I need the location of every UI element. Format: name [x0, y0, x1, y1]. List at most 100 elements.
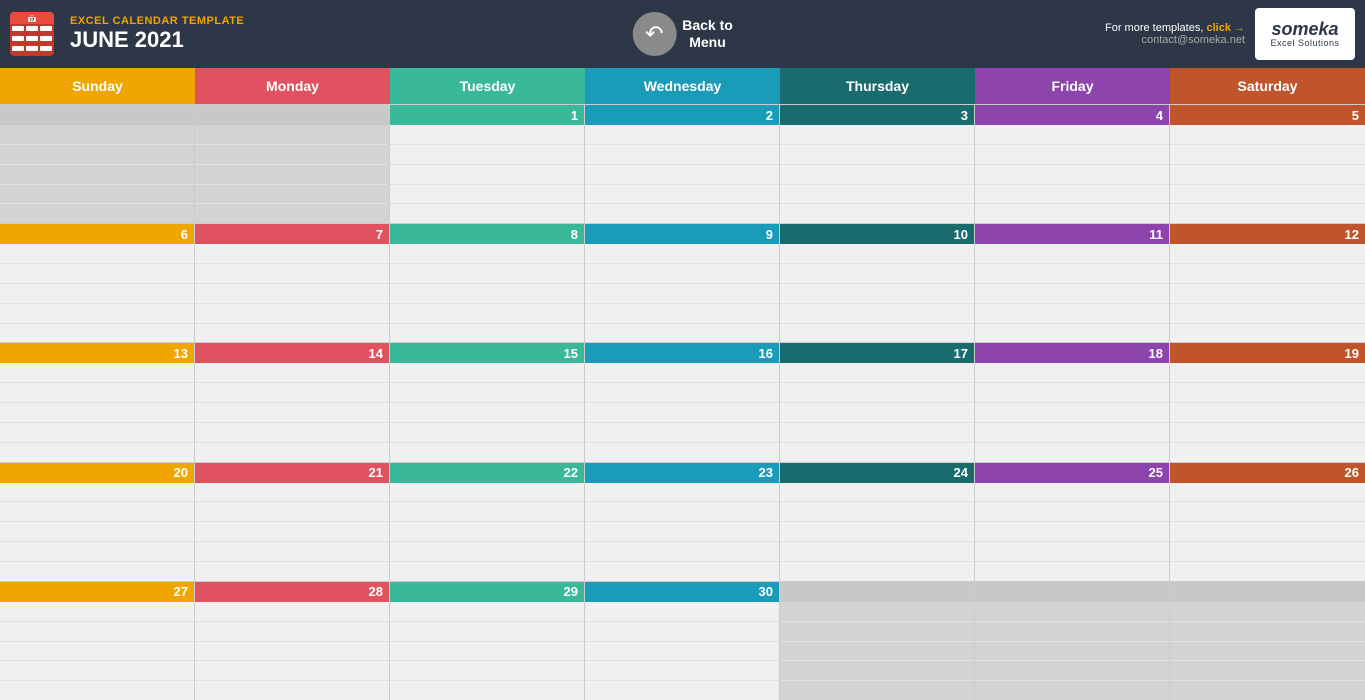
day-number: 20 — [0, 463, 194, 483]
day-number: 6 — [0, 224, 194, 244]
day-line — [780, 125, 974, 144]
day-number: 9 — [585, 224, 779, 244]
day-line — [390, 283, 584, 303]
day-line — [975, 402, 1169, 422]
day-lines — [780, 244, 974, 342]
day-header-saturday: Saturday — [1170, 68, 1365, 104]
day-line — [585, 442, 779, 462]
day-lines — [0, 125, 194, 223]
day-lines — [390, 244, 584, 342]
day-cell[interactable] — [1170, 582, 1365, 700]
day-cell[interactable] — [195, 105, 390, 223]
day-line — [975, 263, 1169, 283]
day-line — [390, 164, 584, 184]
day-line — [195, 164, 389, 184]
day-cell[interactable]: 4 — [975, 105, 1170, 223]
day-number: 28 — [195, 582, 389, 602]
day-cell[interactable]: 21 — [195, 463, 390, 581]
day-cell[interactable]: 30 — [585, 582, 780, 700]
day-lines — [0, 602, 194, 700]
day-line — [0, 203, 194, 223]
day-cell[interactable]: 16 — [585, 343, 780, 461]
day-line — [975, 164, 1169, 184]
day-lines — [0, 244, 194, 342]
day-number — [975, 582, 1169, 602]
day-cell[interactable]: 24 — [780, 463, 975, 581]
day-line — [0, 263, 194, 283]
day-cell[interactable]: 9 — [585, 224, 780, 342]
day-line — [975, 382, 1169, 402]
day-cell[interactable] — [780, 582, 975, 700]
day-line — [975, 621, 1169, 641]
day-cell[interactable]: 19 — [1170, 343, 1365, 461]
day-line — [390, 125, 584, 144]
day-cell[interactable]: 14 — [195, 343, 390, 461]
day-cell[interactable]: 17 — [780, 343, 975, 461]
day-lines — [1170, 483, 1365, 581]
day-lines — [390, 363, 584, 461]
day-cell[interactable]: 28 — [195, 582, 390, 700]
day-lines — [1170, 125, 1365, 223]
day-cell[interactable]: 15 — [390, 343, 585, 461]
day-lines — [975, 125, 1169, 223]
day-line — [780, 323, 974, 343]
day-lines — [0, 483, 194, 581]
day-line — [585, 621, 779, 641]
week-row-5: 27282930 — [0, 581, 1365, 700]
day-cell[interactable]: 7 — [195, 224, 390, 342]
day-number: 4 — [975, 105, 1169, 125]
header-contact-text: For more templates, click → — [1105, 22, 1245, 34]
day-cell[interactable]: 20 — [0, 463, 195, 581]
day-cell[interactable]: 10 — [780, 224, 975, 342]
day-cell[interactable]: 6 — [0, 224, 195, 342]
day-cell[interactable]: 25 — [975, 463, 1170, 581]
day-line — [585, 283, 779, 303]
day-lines — [975, 483, 1169, 581]
day-lines — [0, 363, 194, 461]
day-line — [975, 501, 1169, 521]
day-cell[interactable]: 3 — [780, 105, 975, 223]
day-cell[interactable]: 22 — [390, 463, 585, 581]
day-line — [585, 680, 779, 700]
day-cell[interactable]: 12 — [1170, 224, 1365, 342]
day-cell[interactable]: 27 — [0, 582, 195, 700]
day-cell[interactable]: 26 — [1170, 463, 1365, 581]
day-line — [195, 483, 389, 502]
day-line — [975, 422, 1169, 442]
day-line — [195, 501, 389, 521]
day-cell[interactable]: 29 — [390, 582, 585, 700]
day-cell[interactable]: 18 — [975, 343, 1170, 461]
day-line — [1170, 244, 1365, 263]
header-titles: EXCEL CALENDAR TEMPLATE JUNE 2021 — [70, 15, 244, 53]
day-line — [585, 483, 779, 502]
day-headers: SundayMondayTuesdayWednesdayThursdayFrid… — [0, 68, 1365, 104]
day-line — [585, 263, 779, 283]
day-line — [195, 561, 389, 581]
day-lines — [195, 125, 389, 223]
day-number: 19 — [1170, 343, 1365, 363]
day-header-thursday: Thursday — [780, 68, 975, 104]
day-line — [975, 483, 1169, 502]
day-cell[interactable]: 2 — [585, 105, 780, 223]
day-line — [780, 521, 974, 541]
day-cell[interactable]: 23 — [585, 463, 780, 581]
day-number — [780, 582, 974, 602]
day-line — [585, 144, 779, 164]
back-button[interactable]: ↶ Back toMenu — [632, 12, 733, 56]
day-cell[interactable] — [0, 105, 195, 223]
day-cell[interactable]: 1 — [390, 105, 585, 223]
week-row-2: 6789101112 — [0, 223, 1365, 342]
day-line — [195, 203, 389, 223]
day-cell[interactable]: 13 — [0, 343, 195, 461]
day-cell[interactable]: 11 — [975, 224, 1170, 342]
day-line — [195, 680, 389, 700]
day-line — [1170, 483, 1365, 502]
day-line — [0, 323, 194, 343]
day-line — [195, 641, 389, 661]
day-cell[interactable] — [975, 582, 1170, 700]
someka-name: someka — [1271, 20, 1338, 38]
day-line — [390, 244, 584, 263]
back-arrow-icon: ↶ — [632, 12, 676, 56]
day-cell[interactable]: 5 — [1170, 105, 1365, 223]
day-cell[interactable]: 8 — [390, 224, 585, 342]
